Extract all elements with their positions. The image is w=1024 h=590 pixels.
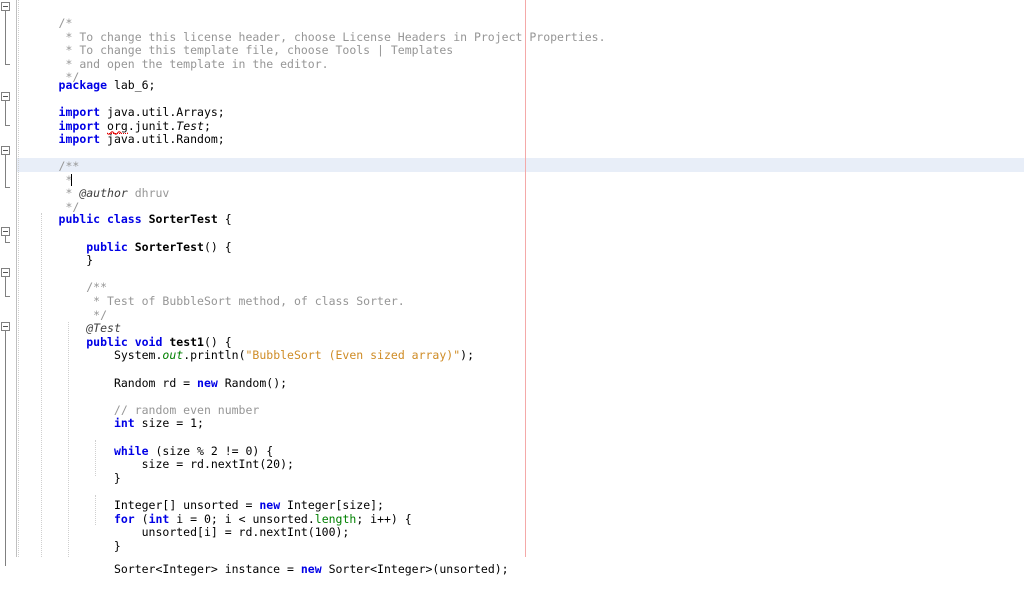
code-line-12[interactable]: /** (17, 145, 80, 173)
keyword-public: public (86, 239, 135, 254)
code-line-4[interactable]: * and open the template in the editor. (17, 43, 328, 71)
code-editor[interactable]: /* * To change this license header, choo… (0, 0, 1024, 576)
println-call: .println( (183, 348, 246, 363)
code-line-30[interactable]: // random even number (17, 389, 259, 417)
fold-collapse-icon[interactable] (1, 146, 10, 155)
javadoc-token: * Test of BubbleSort method, of class So… (58, 294, 405, 308)
code-line-33[interactable]: while (size % 2 != 0) { (17, 430, 273, 458)
fold-stem (5, 277, 6, 296)
keyword-package: package (58, 78, 108, 92)
open-brace: { (217, 212, 232, 227)
fold-collapse-icon[interactable] (1, 322, 10, 331)
sorter-ctor: Sorter<Integer>(unsorted); (321, 562, 509, 576)
code-line-18[interactable]: public SorterTest() { (17, 226, 231, 254)
code-line-8[interactable]: import java.util.Arrays; (17, 91, 225, 119)
code-line-14[interactable]: * @author dhruv (17, 172, 169, 200)
package-name: lab_6; (107, 78, 156, 92)
code-line-13[interactable]: * (17, 159, 73, 187)
code-line-3[interactable]: * To change this template file, choose T… (17, 29, 453, 57)
code-line-10[interactable]: import java.util.Random; (17, 118, 225, 146)
size-decl: size = 1; (134, 416, 204, 431)
code-line-42[interactable]: Sorter<Integer> instance = new Sorter<In… (17, 548, 509, 576)
code-text-surface[interactable]: /* * To change this license header, choo… (17, 0, 1024, 576)
string-literal: "BubbleSort (Even sized array)" (245, 348, 461, 363)
code-line-34[interactable]: size = rd.nextInt(20); (17, 443, 294, 471)
fold-collapse-icon[interactable] (1, 2, 10, 11)
code-line-2[interactable]: * To change this license header, choose … (17, 16, 605, 44)
fold-collapse-icon[interactable] (1, 268, 10, 277)
fold-foot (5, 242, 10, 243)
sorter-decl: Sorter<Integer> instance = (113, 562, 301, 576)
fold-collapse-icon[interactable] (1, 92, 10, 101)
close-brace: } (58, 253, 94, 268)
code-line-35[interactable]: } (17, 457, 121, 485)
keyword-new: new (300, 562, 322, 576)
right-margin-line (525, 0, 526, 557)
fold-foot (5, 64, 10, 65)
code-line-22[interactable]: * Test of BubbleSort method, of class So… (17, 280, 405, 308)
code-line-38[interactable]: for (int i = 0; i < unsorted.length; i++… (17, 498, 412, 526)
close-brace: } (58, 470, 121, 485)
editor-fold-gutter[interactable] (0, 0, 17, 566)
keyword-new: new (197, 375, 218, 390)
fold-collapse-icon[interactable] (1, 227, 10, 236)
system-token: System. (113, 348, 163, 363)
class-name-sortertest: SorterTest (148, 212, 218, 227)
code-line-23[interactable]: */ (17, 294, 107, 322)
import-path: java.util.Random; (100, 132, 225, 147)
fold-foot (5, 125, 10, 126)
random-ctor: Random(); (217, 375, 288, 390)
code-line-28[interactable]: Random rd = new Random(); (17, 362, 287, 390)
code-line-37[interactable]: Integer[] unsorted = new Integer[size]; (17, 484, 384, 512)
code-line-39[interactable]: unsorted[i] = rd.nextInt(100); (17, 511, 350, 539)
keyword-int: int (113, 416, 135, 431)
code-line-31[interactable]: int size = 1; (17, 402, 204, 430)
code-line-26[interactable]: System.out.println("BubbleSort (Even siz… (17, 334, 474, 362)
code-line-9[interactable]: import org.junit.Test; (17, 105, 211, 134)
code-line-40[interactable]: } (17, 525, 121, 553)
fold-stem (5, 11, 6, 64)
code-line-1[interactable]: /* (17, 2, 73, 30)
code-line-24[interactable]: @Test (17, 307, 121, 335)
fold-foot (5, 187, 10, 188)
code-line-19[interactable]: } (17, 239, 93, 267)
field-out: out (162, 348, 184, 363)
random-decl: Random rd = (113, 375, 198, 390)
fold-foot (5, 296, 10, 297)
code-line-21[interactable]: /** (17, 266, 107, 294)
code-line-6[interactable]: package lab_6; (17, 64, 156, 92)
constructor-signature: () { (203, 239, 232, 254)
fold-stem (5, 155, 6, 187)
code-line-25[interactable]: public void test1() { (17, 321, 231, 349)
statement-end: ); (460, 348, 474, 363)
fold-stem (5, 101, 6, 125)
code-line-16[interactable]: public class SorterTest { (17, 198, 232, 226)
constructor-name: SorterTest (134, 239, 204, 254)
fold-stem (5, 331, 6, 566)
keyword-public-class: public class (58, 212, 149, 227)
for-increment: ; i++) { (356, 511, 412, 526)
